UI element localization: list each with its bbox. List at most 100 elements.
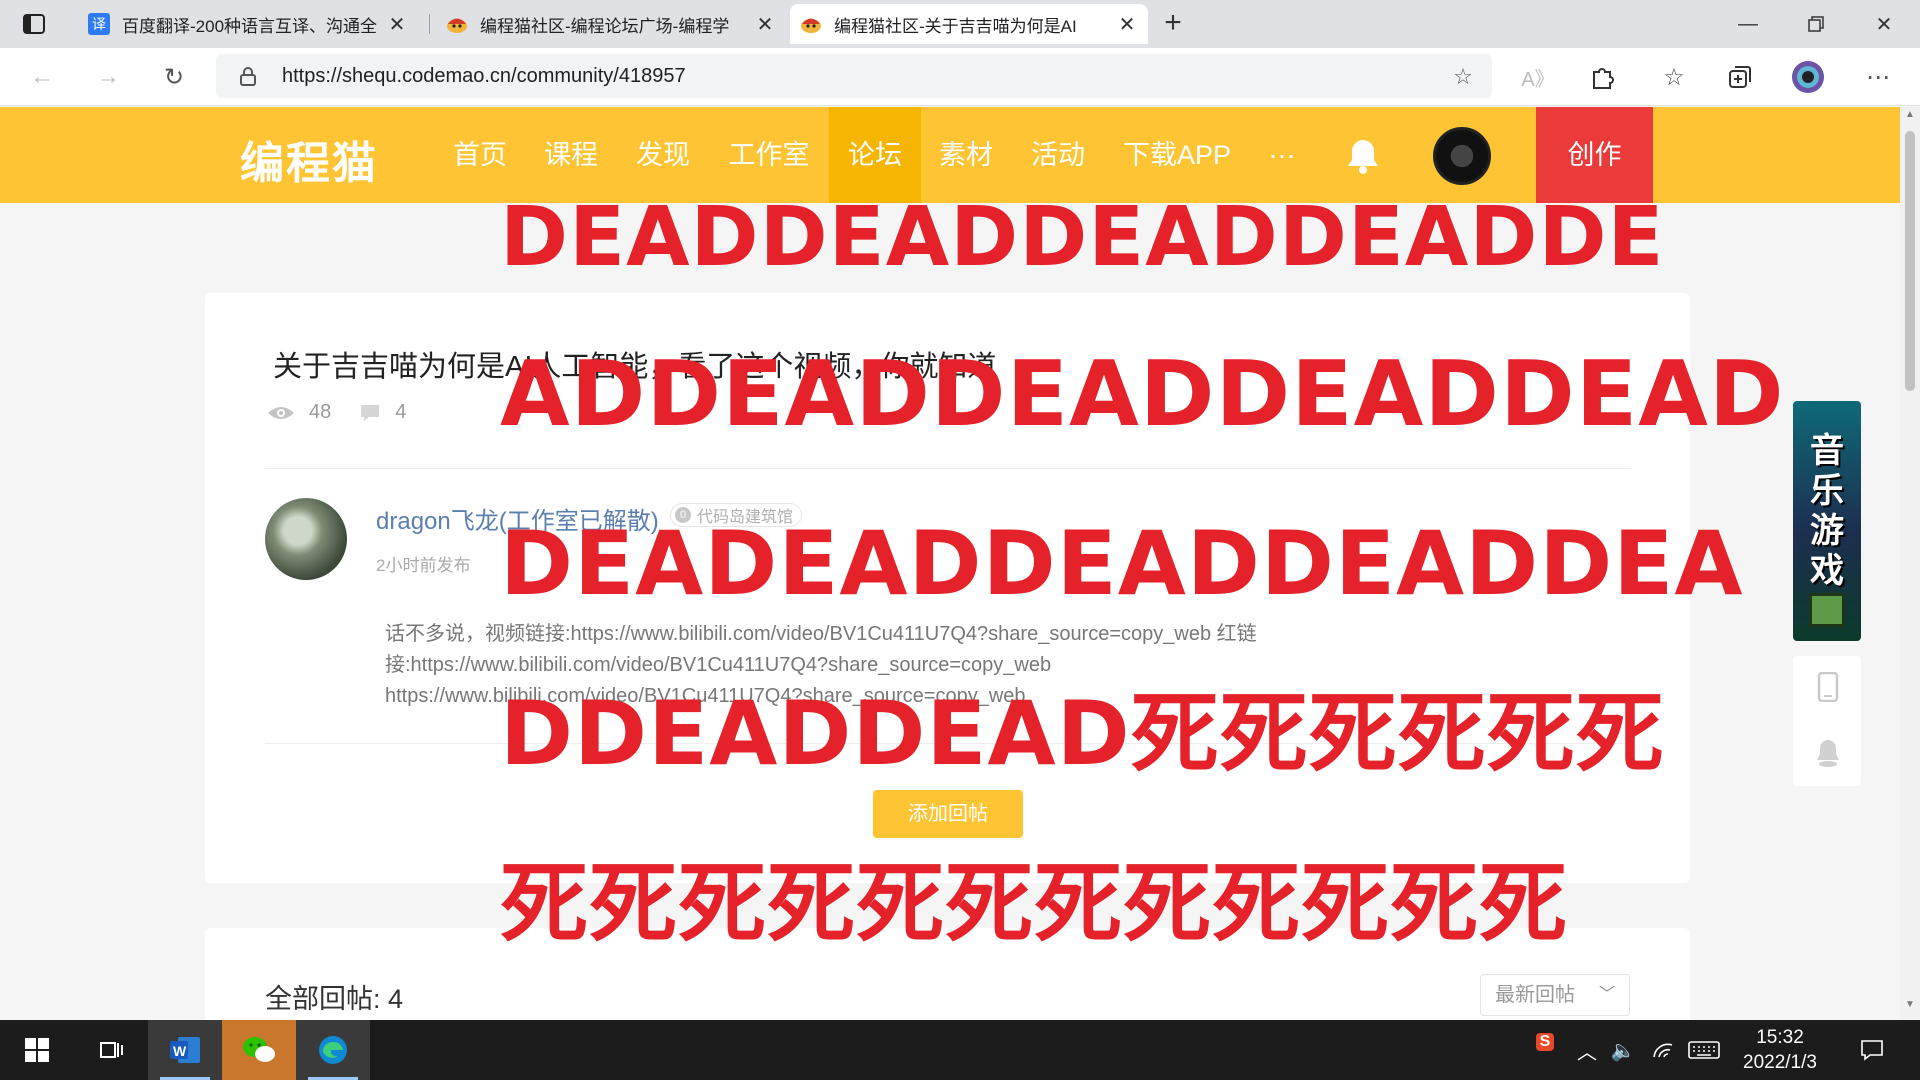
close-icon: ✕ — [1875, 13, 1893, 36]
comment-count: 4 — [395, 401, 407, 423]
tab-title: 百度翻译-200种语言互译、沟通全 — [122, 16, 378, 36]
wechat-icon — [243, 1037, 275, 1062]
windows-taskbar: W S ︿ 🔈 15:32 2022/1/3 — [0, 1020, 1920, 1080]
chevron-down-icon: ﹀ — [1598, 986, 1615, 1003]
favorites-icon: ☆ — [1663, 63, 1685, 91]
back-button[interactable]: ← — [24, 59, 60, 95]
overlay-text-line: DEADDEADDEADDEADDE — [500, 190, 1665, 285]
minimize-button[interactable]: — — [1714, 0, 1782, 48]
favorites-button[interactable]: ☆ — [1656, 59, 1692, 95]
create-button[interactable]: 创作 — [1536, 107, 1653, 203]
edge-app-button[interactable] — [296, 1020, 370, 1080]
arrow-right-icon: → — [96, 63, 120, 90]
task-view-button[interactable] — [74, 1020, 148, 1080]
close-window-button[interactable]: ✕ — [1850, 0, 1918, 48]
close-tab-icon[interactable]: ✕ — [754, 13, 776, 36]
clock-date: 2022/1/3 — [1743, 1052, 1817, 1073]
tab-title: 编程猫社区-编程论坛广场-编程学 — [480, 16, 730, 36]
site-logo[interactable]: 编程猫 — [240, 127, 378, 191]
page-scrollbar[interactable]: ▲ ▼ — [1900, 107, 1920, 1019]
nav-home[interactable]: 首页 — [440, 107, 520, 203]
reply-count: 全部回帖: 4 — [265, 984, 404, 1014]
tab-separator — [429, 14, 430, 34]
nav-forum[interactable]: 论坛 — [829, 107, 921, 203]
keyboard-icon[interactable] — [1684, 1020, 1724, 1080]
start-button[interactable] — [0, 1020, 74, 1080]
tab-actions-icon — [23, 14, 45, 34]
eye-icon — [268, 406, 294, 419]
game-character-icon — [1809, 593, 1845, 627]
collections-icon — [1729, 66, 1751, 88]
address-bar[interactable]: https://shequ.codemao.cn/community/41895… — [216, 54, 1492, 98]
side-tools — [1793, 656, 1861, 786]
collections-button[interactable] — [1722, 59, 1758, 95]
post-body-line[interactable]: 接:https://www.bilibili.com/video/BV1Cu41… — [385, 650, 1325, 681]
browser-toolbar: ← → ↻ https://shequ.codemao.cn/community… — [0, 48, 1920, 106]
close-tab-icon[interactable]: ✕ — [386, 13, 408, 36]
divider — [265, 468, 1631, 469]
translate-favicon-icon: 译 — [88, 13, 110, 35]
reply-sort-dropdown[interactable]: 最新回帖 ﹀ — [1480, 974, 1630, 1016]
codemao-favicon-icon — [446, 13, 468, 35]
sort-label: 最新回帖 — [1495, 984, 1575, 1006]
svg-text:W: W — [173, 1043, 187, 1059]
show-hidden-icons-icon[interactable]: ︿ — [1572, 1020, 1602, 1080]
profile-avatar-icon — [1792, 61, 1824, 93]
puzzle-icon — [1593, 68, 1614, 89]
task-view-icon — [100, 1042, 123, 1058]
music-game-banner[interactable]: 音乐游戏 — [1793, 401, 1861, 641]
clock-time: 15:32 — [1756, 1027, 1804, 1048]
reload-icon: ↻ — [163, 63, 185, 91]
qq-penguin-icon[interactable] — [1815, 738, 1841, 768]
edge-icon — [319, 1036, 347, 1064]
more-icon: ⋯ — [1866, 63, 1890, 91]
browser-tab-strip: 译 百度翻译-200种语言互译、沟通全 ✕ 编程猫社区-编程论坛广场-编程学 ✕… — [0, 0, 1920, 48]
add-favorite-icon[interactable]: ☆ — [1450, 64, 1476, 90]
wechat-app-button[interactable] — [222, 1020, 296, 1080]
nav-download-app[interactable]: 下载APP — [1110, 107, 1244, 203]
tab-forum-square[interactable]: 编程猫社区-编程论坛广场-编程学 ✕ — [436, 4, 786, 44]
post-time: 2小时前发布 — [376, 556, 471, 575]
volume-icon[interactable]: 🔈 — [1606, 1020, 1640, 1080]
sogou-ime-icon[interactable]: S — [1530, 1012, 1560, 1072]
tab-current-post[interactable]: 编程猫社区-关于吉吉喵为何是AI ✕ — [790, 4, 1148, 44]
word-app-button[interactable]: W — [148, 1020, 222, 1080]
new-tab-button[interactable]: + — [1155, 8, 1191, 40]
tab-title: 编程猫社区-关于吉吉喵为何是AI — [834, 16, 1077, 36]
restore-icon — [1808, 16, 1824, 32]
nav-events[interactable]: 活动 — [1017, 107, 1099, 203]
nav-more[interactable]: ··· — [1252, 107, 1312, 203]
profile-button[interactable] — [1790, 59, 1826, 95]
read-aloud-button[interactable]: A》 — [1520, 59, 1556, 95]
scroll-down-icon[interactable]: ▼ — [1900, 999, 1920, 1017]
maximize-button[interactable] — [1782, 0, 1850, 48]
taskbar-clock[interactable]: 15:32 2022/1/3 — [1730, 1025, 1830, 1075]
settings-more-button[interactable]: ⋯ — [1860, 59, 1896, 95]
scroll-up-icon[interactable]: ▲ — [1900, 109, 1920, 127]
nav-courses[interactable]: 课程 — [530, 107, 612, 203]
view-count: 48 — [309, 401, 332, 423]
network-icon[interactable] — [1646, 1020, 1680, 1080]
scrollbar-thumb[interactable] — [1905, 131, 1915, 391]
lock-icon — [240, 67, 256, 86]
extensions-button[interactable] — [1584, 59, 1620, 95]
close-tab-icon[interactable]: ✕ — [1116, 13, 1138, 36]
nav-materials[interactable]: 素材 — [925, 107, 1007, 203]
overlay-text-line: DEADEADDEADDEADDEA — [500, 512, 1744, 615]
reload-button[interactable]: ↻ — [156, 59, 192, 95]
nav-studio[interactable]: 工作室 — [714, 107, 824, 203]
author-avatar[interactable] — [265, 498, 347, 580]
nav-discover[interactable]: 发现 — [622, 107, 704, 203]
add-reply-button[interactable]: 添加回帖 — [873, 790, 1023, 838]
notifications-icon[interactable] — [1852, 1020, 1892, 1080]
post-stats: 48 4 — [267, 401, 406, 424]
url-text[interactable]: https://shequ.codemao.cn/community/41895… — [282, 65, 686, 88]
notification-bell-icon[interactable] — [1345, 137, 1381, 175]
arrow-left-icon: ← — [30, 63, 54, 90]
forward-button[interactable]: → — [90, 59, 126, 95]
tab-baidu-translate[interactable]: 译 百度翻译-200种语言互译、沟通全 ✕ — [78, 4, 418, 44]
tab-actions-button[interactable] — [14, 9, 54, 39]
mobile-app-icon[interactable] — [1815, 672, 1841, 702]
user-avatar[interactable] — [1433, 127, 1491, 185]
post-body-line[interactable]: 话不多说，视频链接:https://www.bilibili.com/video… — [385, 619, 1325, 650]
